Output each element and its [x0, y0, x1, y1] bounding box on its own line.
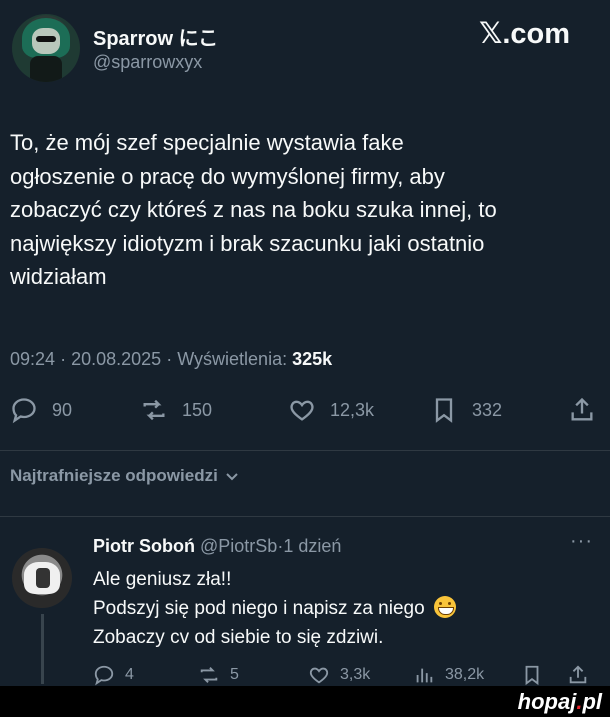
reply-share-button[interactable] [567, 664, 599, 686]
avatar-body [30, 56, 62, 82]
hopaj-logo[interactable]: hopaj.pl [518, 689, 602, 715]
like-button[interactable]: 12,3k [288, 396, 374, 424]
thread-line [41, 614, 44, 684]
bookmark-count: 332 [472, 399, 503, 420]
tweet-date[interactable]: 20.08.2025 [71, 349, 161, 369]
like-count: 12,3k [330, 399, 375, 420]
like-icon [309, 667, 329, 684]
tweet-time[interactable]: 09:24 [10, 349, 55, 369]
tweet-line: ogłoszenie o pracę do wymyślonej firmy, … [10, 163, 445, 189]
tweet-text: To, że mój szef specjalnie wystawia fake… [10, 126, 600, 294]
views-chart-icon [416, 668, 433, 683]
bookmark-icon [435, 398, 453, 423]
reply-button[interactable]: 90 [10, 396, 72, 424]
author-avatar[interactable] [12, 14, 80, 82]
share-icon [569, 665, 587, 684]
reply-views-button[interactable]: 38,2k [413, 664, 484, 686]
reply-reply-button[interactable]: 4 [93, 664, 134, 686]
tweet-meta: 09:24 · 20.08.2025 · Wyświetlenia: 325k [10, 349, 332, 370]
reply-reply-count: 4 [125, 666, 134, 683]
like-icon [290, 400, 314, 421]
reply-like-button[interactable]: 3,3k [308, 664, 370, 686]
tweet-line: największy idiotyzm i brak szacunku jaki… [10, 230, 485, 256]
reply-actions: 4 5 3,3k 38,2k [93, 664, 603, 688]
views-count: 325k [292, 349, 333, 369]
reply-age[interactable]: 1 dzień [283, 536, 341, 556]
reply-author-handle[interactable]: @PiotrSb [200, 536, 277, 556]
repost-icon [200, 667, 218, 683]
bookmark-button[interactable]: 332 [430, 396, 502, 424]
reply-line-with-emoji: Podszyj się pod niego i napisz za niego [93, 594, 593, 623]
logo-main: hopaj [517, 689, 577, 714]
grinning-face-emoji-icon [433, 596, 456, 618]
reply-line: Podszyj się pod niego i napisz za niego [93, 598, 425, 619]
share-icon [571, 397, 593, 421]
reply-repost-button[interactable]: 5 [198, 664, 239, 686]
avatar-eyes [36, 36, 56, 42]
tweet-line: zobaczyć czy któreś z nas na boku szuka … [10, 197, 497, 222]
reply-icon [94, 665, 114, 686]
chevron-down-icon [226, 473, 238, 481]
meta-separator: · [60, 349, 67, 369]
bookmark-icon [525, 665, 539, 686]
brand-domain: .com [502, 18, 571, 50]
reply-repost-count: 5 [230, 666, 239, 683]
author-handle[interactable]: @sparrowxyx [93, 52, 202, 73]
tweet-line: widziałam [10, 264, 107, 289]
x-com-watermark: 𝕏.com [479, 16, 570, 51]
repost-icon [143, 399, 165, 421]
more-options-icon[interactable]: ··· [570, 530, 593, 553]
reply-like-count: 3,3k [340, 666, 371, 683]
meta-separator: · [166, 349, 173, 369]
reply-icon [12, 398, 36, 424]
share-button[interactable] [568, 396, 610, 424]
tweet-actions: 90 150 12,3k 332 [10, 396, 602, 432]
divider [0, 516, 610, 517]
watermark-bar: hopaj.pl [0, 686, 610, 717]
views-label: Wyświetlenia: [177, 349, 288, 369]
reply-views-count: 38,2k [445, 666, 485, 683]
x-logo: 𝕏 [479, 16, 503, 50]
reply-header: Piotr Soboń @PiotrSb·1 dzień [93, 536, 341, 557]
author-name[interactable]: Sparrow にこ [93, 22, 218, 51]
reply-author-name[interactable]: Piotr Soboń [93, 536, 195, 556]
replies-sort-label: Najtrafniejsze odpowiedzi [10, 466, 218, 485]
reply-author-avatar[interactable] [12, 548, 72, 608]
logo-tld: pl [582, 689, 602, 714]
reply-bookmark-button[interactable] [521, 664, 553, 686]
reply-count: 90 [52, 399, 73, 420]
reply-line: Zobaczy cv od siebie to się zdziwi. [93, 627, 384, 648]
repost-button[interactable]: 150 [140, 396, 212, 424]
reply-line: Ale geniusz zła!! [93, 569, 232, 590]
repost-count: 150 [182, 399, 213, 420]
tweet-line: To, że mój szef specjalnie wystawia fake [10, 130, 404, 155]
avatar-shade [36, 568, 50, 588]
divider [0, 450, 610, 451]
reply-text: Ale geniusz zła!! Podszyj się pod niego … [93, 565, 593, 652]
replies-sort-dropdown[interactable]: Najtrafniejsze odpowiedzi [10, 466, 240, 486]
